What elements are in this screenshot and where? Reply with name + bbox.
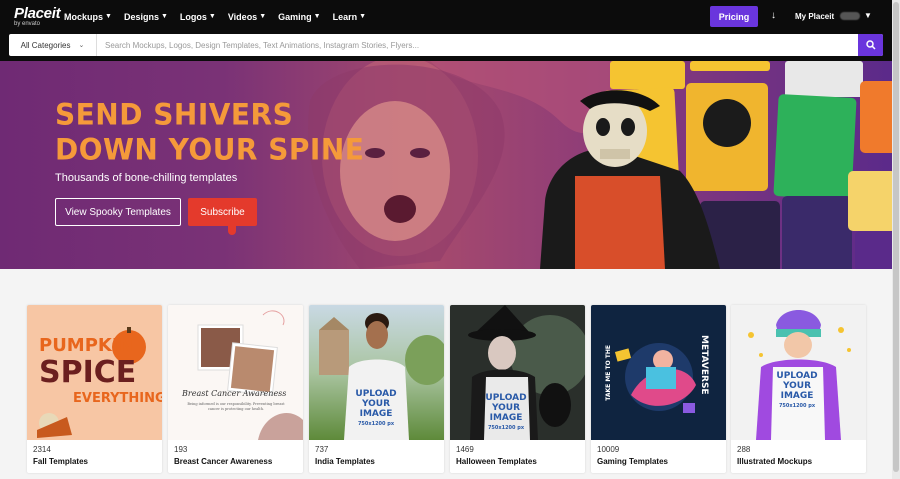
art-text: UPLOAD (776, 371, 818, 381)
chevron-down-icon: ▼ (313, 13, 321, 20)
subscribe-button[interactable]: Subscribe (188, 198, 257, 226)
card-title: Gaming Templates (597, 457, 668, 466)
card-thumbnail: TAKE ME TO THE METAVERSE (591, 305, 726, 440)
art-text: PUMPKIN (39, 335, 134, 356)
card-halloween-templates[interactable]: UPLOAD YOUR IMAGE 750x1200 px 1469 Hallo… (450, 305, 585, 473)
search-bar-container: All Categories ⌄ (0, 33, 892, 61)
card-fall-templates[interactable]: PUMPKIN SPICE EVERYTHING! 2314 Fall Temp… (27, 305, 162, 473)
menu-label: Designs (123, 11, 159, 22)
card-title: Fall Templates (33, 457, 88, 466)
hero-banner: SEND SHIVERS DOWN YOUR SPINE Thousands o… (0, 61, 892, 269)
menu-mockups[interactable]: Mockups ▼ (64, 12, 112, 22)
art-text: YOUR (782, 381, 812, 391)
menu-designs[interactable]: Designs ▼ (124, 12, 168, 22)
card-count: 1469 (456, 445, 474, 454)
category-select[interactable]: All Categories ⌄ (9, 34, 97, 56)
card-gaming-templates[interactable]: TAKE ME TO THE METAVERSE 10009 Gaming Te… (591, 305, 726, 473)
chevron-down-icon: ▼ (259, 13, 267, 20)
pricing-button[interactable]: Pricing (710, 6, 758, 27)
main-menu: Mockups ▼ Designs ▼ Logos ▼ Videos ▼ Gaming ▼… (64, 0, 366, 33)
menu-label: Videos (227, 11, 258, 22)
card-thumbnail: UPLOAD YOUR IMAGE 750x1200 px (450, 305, 585, 440)
search-icon (865, 40, 876, 50)
chevron-down-icon: ▼ (160, 13, 168, 20)
card-title: India Templates (315, 457, 375, 466)
card-illustrated-mockups[interactable]: UPLOAD YOUR IMAGE 750x1200 px 288 Illust… (731, 305, 866, 473)
art-text: SPICE (39, 355, 137, 390)
page-scrollbar-thumb[interactable] (893, 2, 899, 472)
category-label: All Categories (20, 40, 71, 50)
card-title: Illustrated Mockups (737, 457, 813, 466)
card-thumbnail: UPLOAD YOUR IMAGE 750x1200 px (731, 305, 866, 440)
search-input[interactable] (97, 40, 858, 50)
card-count: 288 (737, 445, 751, 454)
art-text: 750x1200 px (357, 421, 395, 427)
art-text: EVERYTHING! (73, 391, 162, 406)
menu-learn[interactable]: Learn ▼ (333, 12, 366, 22)
menu-label: Learn (332, 11, 358, 22)
card-title: Halloween Templates (456, 457, 537, 466)
search-box: All Categories ⌄ (9, 34, 883, 56)
art-text: YOUR (361, 399, 391, 409)
menu-label: Logos (179, 11, 207, 22)
hero-title: SEND SHIVERS DOWN YOUR SPINE (55, 97, 364, 166)
hero-title-line: SEND SHIVERS (55, 97, 294, 132)
card-count: 193 (174, 445, 188, 454)
art-text: 750x1200 px (778, 403, 816, 409)
search-button[interactable] (858, 34, 883, 56)
card-count: 10009 (597, 445, 620, 454)
card-title: Breast Cancer Awareness (174, 457, 273, 466)
art-text: TAKE ME TO THE (605, 345, 612, 401)
art-text: IMAGE (489, 413, 523, 423)
art-text: IMAGE (359, 409, 393, 419)
logo-text: Placeit (14, 5, 61, 22)
hero-subtitle: Thousands of bone-chilling templates (55, 172, 238, 184)
upload-placeholder-text: UPLOAD YOUR IMAGE 750x1200 px (353, 389, 399, 429)
subscribe-drip-decoration (228, 225, 236, 235)
breast-cancer-artwork (197, 310, 303, 440)
download-icon[interactable]: ↓ (771, 10, 776, 21)
menu-videos[interactable]: Videos ▼ (228, 12, 266, 22)
top-navbar: Placeit by envato Mockups ▼ Designs ▼ Logo… (0, 0, 892, 33)
art-text: 750x1200 px (487, 425, 525, 431)
card-thumbnail: PUMPKIN SPICE EVERYTHING! (27, 305, 162, 440)
card-count: 2314 (33, 445, 51, 454)
placeit-logo[interactable]: Placeit by envato (14, 5, 61, 27)
art-text: METAVERSE (699, 335, 709, 395)
card-breast-cancer-awareness[interactable]: Breast Cancer Awareness Being informed i… (168, 305, 303, 473)
card-india-templates[interactable]: UPLOAD YOUR IMAGE 750x1200 px 737 India … (309, 305, 444, 473)
card-thumbnail: Breast Cancer Awareness Being informed i… (168, 305, 303, 440)
chevron-down-icon: ▼ (105, 13, 112, 20)
chevron-down-icon: ▼ (208, 13, 216, 20)
card-count: 737 (315, 445, 329, 454)
upload-placeholder-text: UPLOAD YOUR IMAGE 750x1200 px (774, 371, 820, 411)
hero-title-line: DOWN YOUR SPINE (55, 132, 365, 167)
art-text: UPLOAD (355, 389, 397, 399)
chevron-down-icon: ▼ (359, 13, 367, 20)
menu-label: Mockups (64, 11, 104, 22)
upload-placeholder-text: UPLOAD YOUR IMAGE 750x1200 px (483, 393, 529, 433)
art-text: IMAGE (780, 391, 814, 401)
user-name-redacted[interactable] (840, 12, 860, 20)
menu-gaming[interactable]: Gaming ▼ (278, 12, 320, 22)
menu-label: Gaming (278, 11, 312, 22)
chevron-down-icon: ⌄ (78, 42, 85, 49)
art-text: Being informed is our responsibility. Pr… (187, 402, 285, 411)
card-thumbnail: UPLOAD YOUR IMAGE 750x1200 px (309, 305, 444, 440)
chevron-down-icon[interactable]: ▼ (864, 11, 872, 20)
view-spooky-templates-button[interactable]: View Spooky Templates (55, 198, 181, 226)
art-text: Breast Cancer Awareness (182, 389, 287, 398)
my-placeit-link[interactable]: My Placeit (795, 12, 834, 21)
art-text: YOUR (491, 403, 521, 413)
menu-logos[interactable]: Logos ▼ (180, 12, 216, 22)
art-text: UPLOAD (485, 393, 527, 403)
